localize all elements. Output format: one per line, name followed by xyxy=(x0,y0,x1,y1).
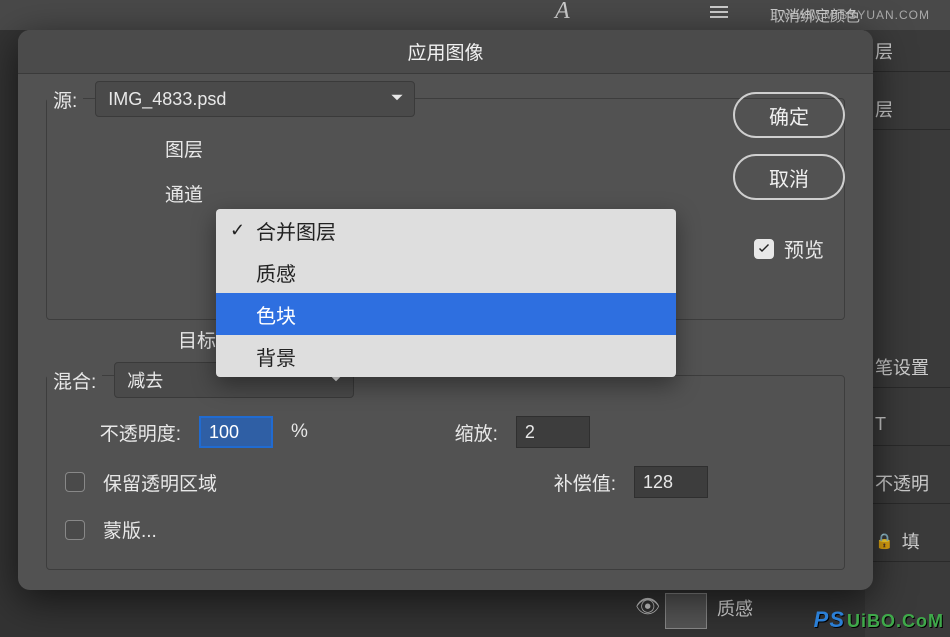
app-topbar: A 取消绑定颜色 WWW.MISSYUAN.COM xyxy=(0,0,950,30)
preview-checkbox[interactable] xyxy=(754,239,774,259)
ok-button[interactable]: 确定 xyxy=(733,92,845,138)
panel-row[interactable]: T xyxy=(865,404,950,446)
watermark-bottom: PS UiBO.CoM xyxy=(814,607,944,633)
panel-row[interactable]: 笔设置 xyxy=(865,346,950,388)
layer-dropdown: ✓ 合并图层 质感 色块 背景 xyxy=(216,209,676,377)
chevron-down-icon xyxy=(390,89,404,110)
mask-label: 蒙版... xyxy=(103,516,157,543)
preserve-label: 保留透明区域 xyxy=(103,469,217,496)
type-tool-icon: A xyxy=(555,0,570,25)
dropdown-option-merged[interactable]: ✓ 合并图层 xyxy=(216,209,676,251)
layer-label: 图层 xyxy=(151,135,203,162)
scale-input[interactable] xyxy=(516,416,590,448)
channel-label: 通道 xyxy=(151,180,203,207)
target-label: 目标 xyxy=(46,326,216,353)
panel-row[interactable]: 不透明 xyxy=(865,462,950,504)
source-label: 源: xyxy=(47,86,83,113)
opacity-input[interactable] xyxy=(199,416,273,448)
source-value: IMG_4833.psd xyxy=(108,89,226,110)
dropdown-option-color-block[interactable]: 色块 xyxy=(216,293,676,335)
opacity-unit: % xyxy=(291,421,308,443)
panel-row[interactable]: 层 xyxy=(865,88,950,130)
topbar-text: 取消绑定颜色 xyxy=(770,5,860,26)
offset-input[interactable] xyxy=(634,466,708,498)
preview-label: 预览 xyxy=(784,234,824,263)
lock-icon: 🔒 xyxy=(875,532,894,550)
dropdown-option-texture[interactable]: 质感 xyxy=(216,251,676,293)
panel-row[interactable]: 层 xyxy=(865,30,950,72)
opacity-label: 不透明度: xyxy=(65,419,181,446)
check-icon: ✓ xyxy=(230,220,245,241)
cancel-button[interactable]: 取消 xyxy=(733,154,845,200)
offset-label: 补偿值: xyxy=(446,469,616,496)
preserve-transparency-checkbox[interactable] xyxy=(65,472,85,492)
dialog-title: 应用图像 xyxy=(18,30,873,74)
panel-right: 层 层 笔设置 T 不透明 🔒填 👁 质感 xyxy=(865,30,950,637)
paragraph-icon xyxy=(710,6,728,18)
source-select[interactable]: IMG_4833.psd xyxy=(95,81,415,117)
mask-checkbox[interactable] xyxy=(65,520,85,540)
blend-label: 混合: xyxy=(47,367,102,394)
blend-value: 减去 xyxy=(127,367,163,393)
scale-label: 缩放: xyxy=(326,419,498,446)
dropdown-option-background[interactable]: 背景 xyxy=(216,335,676,377)
panel-row[interactable]: 🔒填 xyxy=(865,520,950,562)
apply-image-dialog: 应用图像 源: IMG_4833.psd 图层 通道 目标 混合: xyxy=(18,30,873,590)
